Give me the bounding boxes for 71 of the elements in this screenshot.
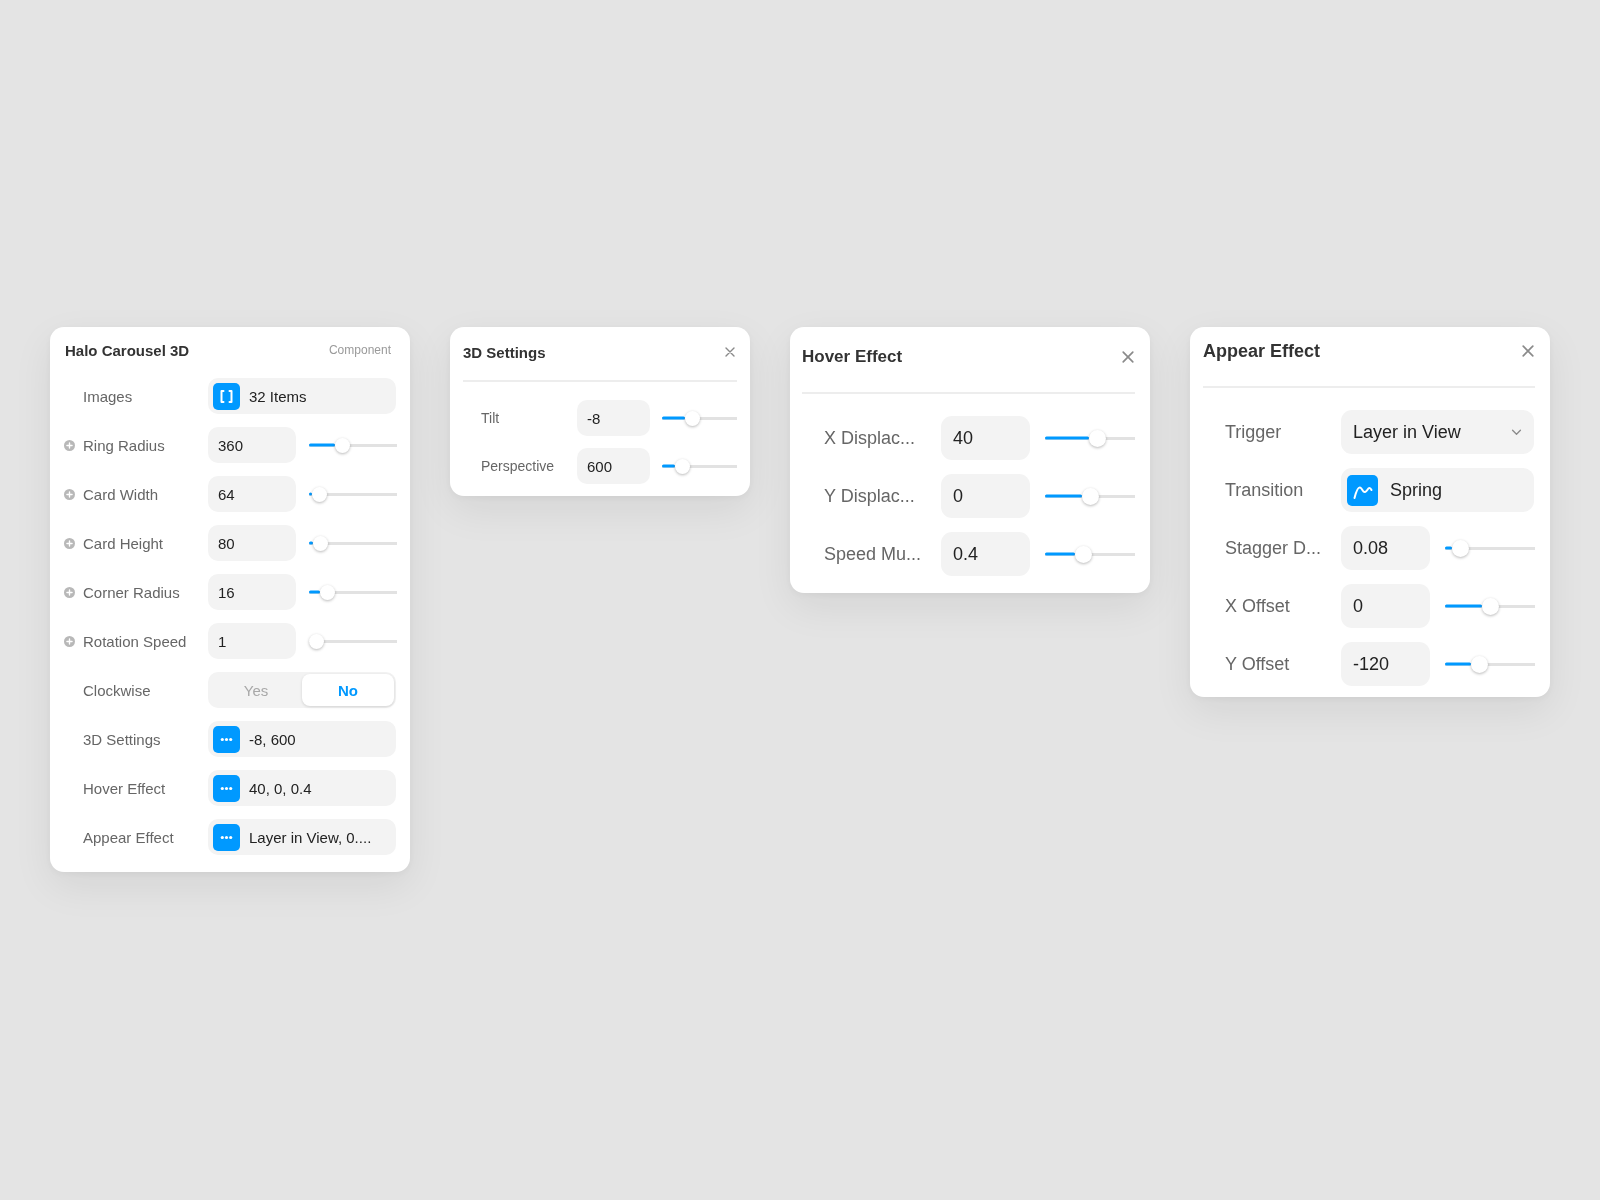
close-icon[interactable] xyxy=(1522,345,1534,357)
plus-icon[interactable] xyxy=(64,635,75,647)
plus-icon[interactable] xyxy=(64,488,75,500)
field-label: Corner Radius xyxy=(83,583,181,601)
panel-title: Appear Effect xyxy=(1203,340,1321,362)
number-field[interactable]: 0 xyxy=(941,474,1030,518)
panel-title: Halo Carousel 3D xyxy=(65,341,190,359)
number-field[interactable]: 0.08 xyxy=(1341,526,1430,570)
plus-icon[interactable] xyxy=(64,586,75,598)
curve-icon xyxy=(1347,474,1378,506)
number-field[interactable]: 1 xyxy=(208,623,296,659)
slider-thumb[interactable] xyxy=(685,410,701,426)
field-label: Transition xyxy=(1225,479,1305,501)
number-field[interactable]: 64 xyxy=(208,476,296,512)
field-label: Ring Radius xyxy=(83,436,166,454)
slider-thumb[interactable] xyxy=(674,458,690,474)
dropdown[interactable]: Layer in View xyxy=(1341,410,1534,454)
slider-thumb[interactable] xyxy=(311,486,327,502)
transition-field[interactable]: Spring xyxy=(1341,468,1534,512)
field-label: Y Displac... xyxy=(824,485,916,507)
value-field[interactable]: Layer in View, 0.... xyxy=(208,819,396,855)
field-label: Speed Mu... xyxy=(824,543,923,565)
number-field[interactable]: 40 xyxy=(941,416,1030,460)
items-field[interactable]: 32 Items xyxy=(208,378,396,414)
more-icon[interactable] xyxy=(213,725,240,753)
number-field[interactable]: 600 xyxy=(577,448,650,484)
number-field[interactable]: -120 xyxy=(1341,642,1430,686)
field-label: Hover Effect xyxy=(83,779,167,797)
close-icon[interactable] xyxy=(725,347,735,357)
field-label: Trigger xyxy=(1225,421,1283,443)
number-field[interactable]: 16 xyxy=(208,574,296,610)
slider-thumb[interactable] xyxy=(1452,539,1470,557)
field-label: Card Height xyxy=(83,534,165,552)
field-label: Stagger D... xyxy=(1225,537,1323,559)
field-label: Rotation Speed xyxy=(83,632,188,650)
brackets-icon xyxy=(213,382,240,410)
plus-icon[interactable] xyxy=(64,439,75,451)
field-label: X Displac... xyxy=(824,427,917,449)
plus-icon[interactable] xyxy=(64,537,75,549)
slider-thumb[interactable] xyxy=(1481,597,1499,615)
field-label: Card Width xyxy=(83,485,160,503)
slider-thumb[interactable] xyxy=(313,535,329,551)
number-field[interactable]: 0.4 xyxy=(941,532,1030,576)
field-label: Clockwise xyxy=(83,681,152,699)
field-label: 3D Settings xyxy=(83,730,162,748)
more-icon[interactable] xyxy=(213,823,240,851)
number-field[interactable]: 0 xyxy=(1341,584,1430,628)
panel-title: Hover Effect xyxy=(802,347,903,367)
field-label: Appear Effect xyxy=(83,828,175,846)
close-icon[interactable] xyxy=(1122,351,1134,363)
field-label: Tilt xyxy=(481,410,501,426)
field-label: Images xyxy=(83,387,134,405)
slider-thumb[interactable] xyxy=(1089,429,1107,447)
number-field[interactable]: -8 xyxy=(577,400,650,436)
slider-thumb[interactable] xyxy=(335,437,351,453)
slider-thumb[interactable] xyxy=(320,584,336,600)
panel-title: 3D Settings xyxy=(463,343,546,361)
more-icon[interactable] xyxy=(213,774,240,802)
slider-thumb[interactable] xyxy=(309,633,324,649)
slider-thumb[interactable] xyxy=(1081,487,1099,505)
chevron-down-icon xyxy=(1511,428,1522,436)
field-label: Perspective xyxy=(481,458,556,474)
slider-thumb[interactable] xyxy=(1074,545,1092,563)
slider-thumb[interactable] xyxy=(1471,655,1489,673)
value-field[interactable]: -8, 600 xyxy=(208,721,396,757)
value-field[interactable]: 40, 0, 0.4 xyxy=(208,770,396,806)
number-field[interactable]: 360 xyxy=(208,427,296,463)
number-field[interactable]: 80 xyxy=(208,525,296,561)
field-label: X Offset xyxy=(1225,595,1291,617)
field-label: Y Offset xyxy=(1225,653,1291,675)
panel-subtitle: Component xyxy=(328,343,391,357)
